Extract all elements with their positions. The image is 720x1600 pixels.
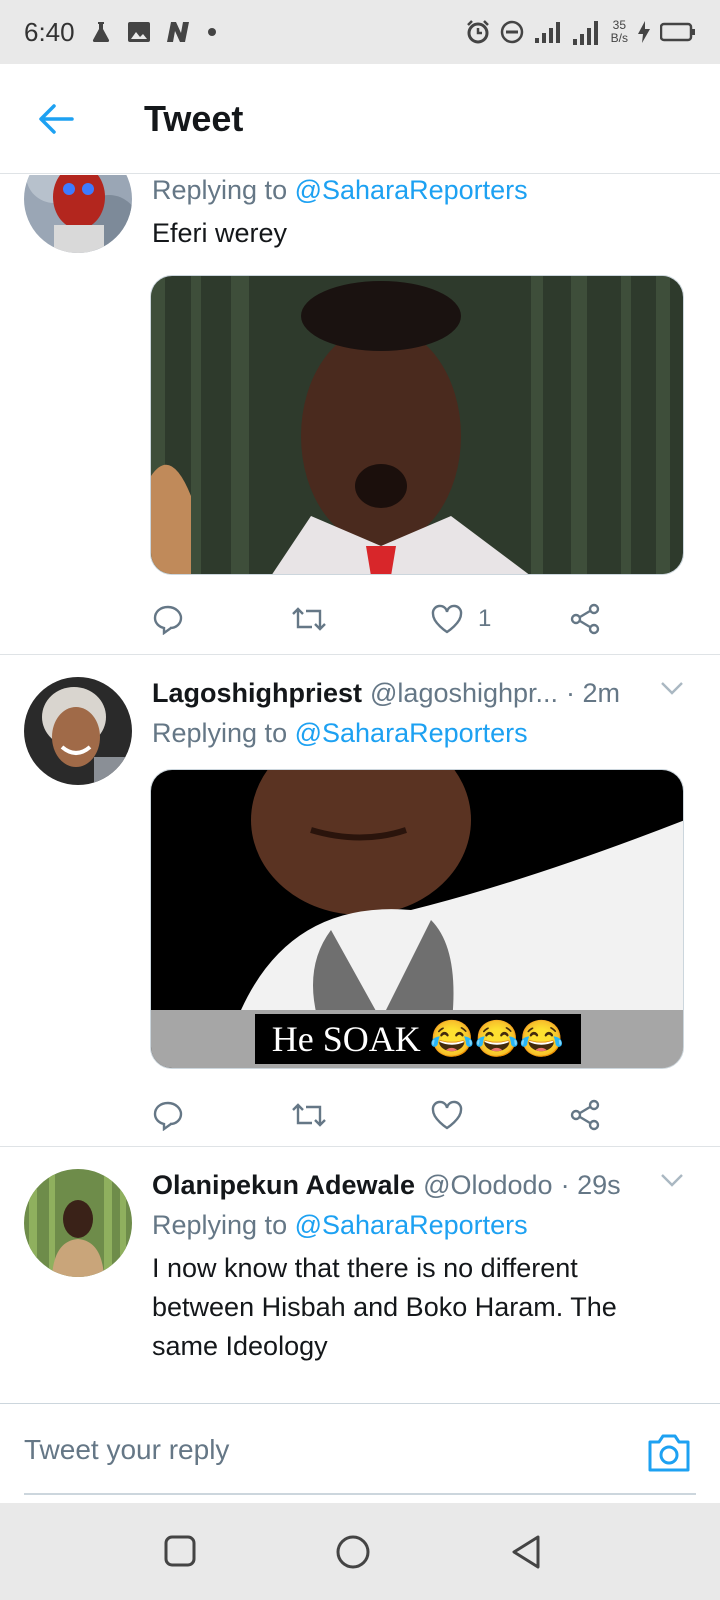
tweet-image[interactable]: He SOAK 😂😂😂 — [150, 769, 684, 1069]
like-button[interactable]: 1 — [430, 597, 491, 641]
image-caption: He SOAK 😂😂😂 — [271, 1019, 565, 1059]
camera-icon — [648, 1434, 690, 1472]
like-count: 1 — [478, 605, 492, 632]
tweet-header: Olanipekun Adewale @Olododo · 29s — [152, 1165, 684, 1205]
tweet-actions: 1 — [152, 597, 622, 641]
share-button[interactable] — [568, 597, 602, 641]
reply-button[interactable] — [152, 1093, 184, 1137]
tweet-time: · 2m — [566, 677, 621, 708]
reply-underline — [24, 1493, 696, 1495]
tweet-text: I now know that there is no different be… — [152, 1253, 617, 1361]
image-caption-box: He SOAK 😂😂😂 — [255, 1014, 581, 1064]
mention-link[interactable]: @SaharaReporters — [295, 175, 528, 205]
status-bar: 6:40 35 B/s — [0, 0, 720, 64]
dot-icon — [207, 27, 217, 37]
share-button[interactable] — [568, 1093, 602, 1137]
tweet-item[interactable]: Lagoshighpriest @lagoshighpr... · 2m Rep… — [0, 655, 720, 1147]
back-button[interactable] — [26, 89, 86, 149]
display-name[interactable]: Olanipekun Adewale — [152, 1170, 415, 1201]
triangle-back-icon — [512, 1535, 540, 1569]
replying-to: Replying to @SaharaReporters — [152, 175, 684, 210]
page-title: Tweet — [144, 97, 244, 139]
heart-icon — [431, 604, 463, 634]
retweet-button[interactable] — [290, 597, 328, 641]
charging-icon — [636, 20, 652, 44]
tweet-menu-button[interactable] — [660, 681, 684, 700]
back-arrow-icon — [39, 103, 74, 134]
replies-feed[interactable]: Replying to @SaharaReporters Eferi werey — [0, 175, 720, 1403]
share-icon — [570, 603, 600, 635]
flask-icon — [89, 20, 113, 44]
home-button[interactable] — [334, 1533, 374, 1573]
tweet-item[interactable]: Replying to @SaharaReporters Eferi werey — [0, 175, 720, 655]
reply-icon — [153, 605, 183, 635]
retweet-icon — [292, 1103, 326, 1127]
tweet-actions — [152, 1093, 622, 1137]
chevron-down-icon — [661, 1174, 683, 1187]
app-n-icon — [165, 21, 193, 43]
alarm-icon — [465, 19, 491, 45]
signal-icon — [533, 20, 563, 44]
display-name[interactable]: Lagoshighpriest — [152, 678, 362, 709]
user-handle[interactable]: @Olododo — [423, 1170, 553, 1201]
mention-link[interactable]: @SaharaReporters — [295, 1210, 528, 1240]
status-time: 6:40 — [24, 16, 75, 47]
reply-input[interactable]: Tweet your reply — [24, 1434, 229, 1466]
replying-to: Replying to @SaharaReporters — [152, 1205, 684, 1245]
mention-link[interactable]: @SaharaReporters — [295, 718, 528, 748]
back-nav-button[interactable] — [508, 1533, 548, 1573]
retweet-icon — [292, 607, 326, 631]
replying-prefix: Replying to — [152, 718, 288, 748]
avatar[interactable] — [24, 1169, 132, 1277]
system-nav-bar — [0, 1503, 720, 1600]
heart-icon — [431, 1100, 463, 1130]
chevron-down-icon — [661, 682, 683, 695]
tweet-time: · 29s — [560, 1169, 621, 1200]
app-header: Tweet — [0, 64, 720, 174]
do-not-disturb-icon — [499, 19, 525, 45]
image-icon — [127, 21, 151, 43]
avatar[interactable] — [24, 677, 132, 785]
tweet-image[interactable] — [150, 275, 684, 575]
reply-button[interactable] — [152, 597, 184, 641]
avatar[interactable] — [24, 175, 132, 253]
like-button[interactable] — [430, 1093, 464, 1137]
retweet-button[interactable] — [290, 1093, 328, 1137]
share-icon — [570, 1099, 600, 1131]
signal-4g-icon — [571, 17, 603, 47]
replying-prefix: Replying to — [152, 1210, 288, 1240]
reply-composer: Tweet your reply — [0, 1403, 720, 1503]
tweet-menu-button[interactable] — [660, 1173, 684, 1192]
replying-to: Replying to @SaharaReporters — [152, 713, 684, 753]
tweet-text: Eferi werey — [152, 218, 288, 248]
circle-icon — [336, 1535, 370, 1569]
user-handle[interactable]: @lagoshighpr... — [370, 678, 558, 709]
replying-prefix: Replying to — [152, 175, 288, 205]
camera-button[interactable] — [646, 1432, 692, 1474]
battery-icon — [660, 22, 696, 42]
reply-icon — [153, 1101, 183, 1131]
square-icon — [164, 1535, 196, 1567]
recents-button[interactable] — [162, 1533, 202, 1573]
net-speed-unit: B/s — [610, 31, 628, 45]
network-speed: 35 B/s — [611, 19, 628, 45]
tweet-header: Lagoshighpriest @lagoshighpr... · 2m — [152, 673, 684, 713]
tweet-item[interactable]: Olanipekun Adewale @Olododo · 29s Replyi… — [0, 1147, 720, 1403]
